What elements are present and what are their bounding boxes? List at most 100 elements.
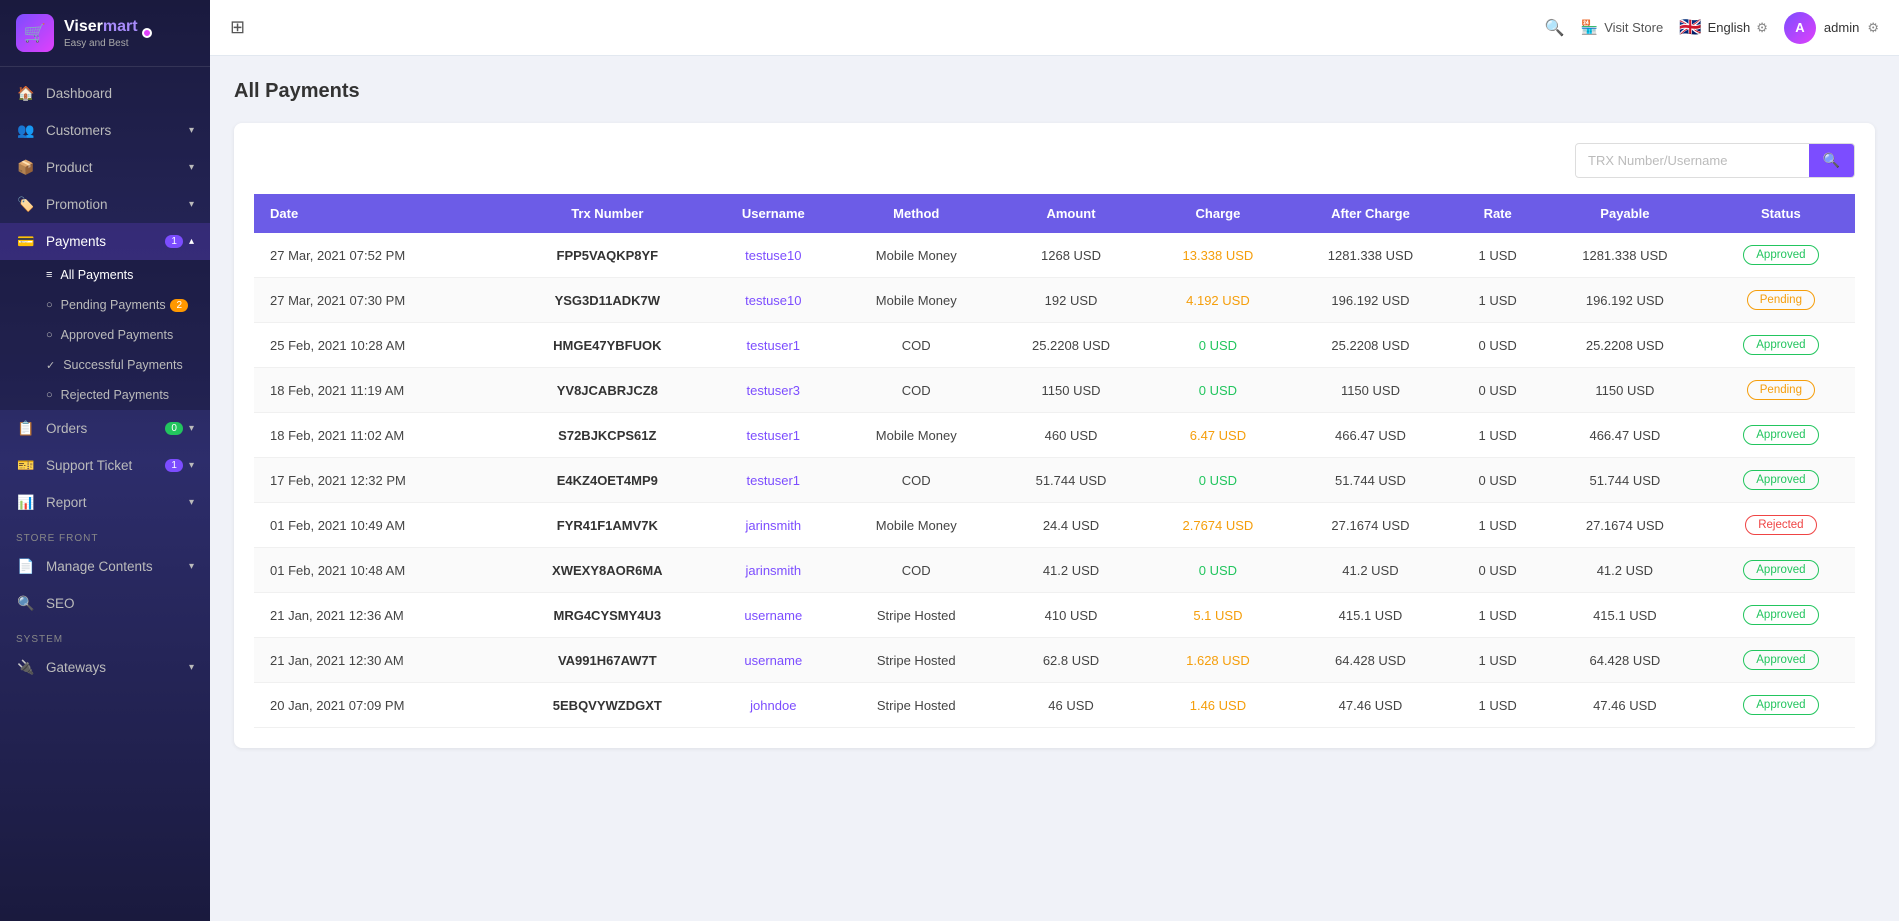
search-box: 🔍 [1575, 143, 1855, 178]
customers-icon: 👥 [16, 122, 36, 139]
cell-status: Pending [1707, 368, 1855, 413]
sidebar-item-manage-contents[interactable]: 📄 Manage Contents ▾ [0, 548, 210, 585]
sidebar-item-seo[interactable]: 🔍 SEO [0, 585, 210, 622]
sidebar-item-pending-payments[interactable]: ○ Pending Payments 2 [0, 290, 210, 320]
cell-method: Stripe Hosted [838, 683, 995, 728]
header: ⊞ 🔍 🏪 Visit Store 🇬🇧 English ⚙ A admin ⚙ [210, 0, 1899, 56]
username-link[interactable]: testuse10 [745, 248, 801, 263]
payments-table: Date Trx Number Username Method Amount C… [254, 194, 1855, 728]
sidebar-item-approved-payments[interactable]: ○ Approved Payments [0, 320, 210, 350]
visit-store-label: Visit Store [1604, 20, 1663, 35]
visit-store-button[interactable]: 🏪 Visit Store [1581, 19, 1663, 36]
search-input[interactable] [1576, 145, 1809, 176]
username-link[interactable]: testuser1 [747, 338, 800, 353]
cell-trx: HMGE47YBFUOK [506, 323, 709, 368]
sidebar-item-label: Manage Contents [46, 559, 189, 574]
grid-icon[interactable]: ⊞ [230, 17, 245, 38]
sidebar-item-promotion[interactable]: 🏷️ Promotion ▾ [0, 186, 210, 223]
cell-status: Approved [1707, 638, 1855, 683]
sidebar-item-gateways[interactable]: 🔌 Gateways ▾ [0, 649, 210, 686]
chevron-up-icon: ▴ [189, 236, 194, 247]
sidebar-item-orders[interactable]: 📋 Orders 0 ▾ [0, 410, 210, 447]
chevron-down-icon: ▾ [189, 125, 194, 136]
logo-icon: 🛒 [16, 14, 54, 52]
cell-date: 21 Jan, 2021 12:30 AM [254, 638, 506, 683]
sidebar-item-label: Gateways [46, 660, 189, 675]
cell-status: Pending [1707, 278, 1855, 323]
sidebar-item-successful-payments[interactable]: ✓ Successful Payments [0, 350, 210, 380]
sidebar-item-dashboard[interactable]: 🏠 Dashboard [0, 75, 210, 112]
username-link[interactable]: jarinsmith [745, 563, 801, 578]
cell-method: Stripe Hosted [838, 638, 995, 683]
report-icon: 📊 [16, 494, 36, 511]
sidebar-item-all-payments[interactable]: ≡ All Payments [0, 260, 210, 290]
cell-payable: 1281.338 USD [1543, 233, 1707, 278]
search-button[interactable]: 🔍 [1809, 144, 1854, 177]
username-link[interactable]: username [744, 608, 802, 623]
language-selector[interactable]: 🇬🇧 English ⚙ [1679, 17, 1768, 38]
cell-charge: 0 USD [1147, 368, 1288, 413]
col-date: Date [254, 194, 506, 233]
sidebar-item-payments[interactable]: 💳 Payments 1 ▴ [0, 223, 210, 260]
cell-rate: 0 USD [1452, 368, 1543, 413]
sidebar-item-support-ticket[interactable]: 🎫 Support Ticket 1 ▾ [0, 447, 210, 484]
cell-charge: 0 USD [1147, 548, 1288, 593]
username-link[interactable]: testuser1 [747, 473, 800, 488]
sidebar-item-label: Report [46, 495, 189, 510]
cell-after-charge: 25.2208 USD [1289, 323, 1453, 368]
username-link[interactable]: jarinsmith [745, 518, 801, 533]
dashboard-icon: 🏠 [16, 85, 36, 102]
col-after-charge: After Charge [1289, 194, 1453, 233]
cell-method: Mobile Money [838, 503, 995, 548]
cell-after-charge: 47.46 USD [1289, 683, 1453, 728]
table-row: 17 Feb, 2021 12:32 PM E4KZ4OET4MP9 testu… [254, 458, 1855, 503]
cell-rate: 1 USD [1452, 233, 1543, 278]
list-icon: ≡ [46, 269, 52, 281]
admin-menu[interactable]: A admin ⚙ [1784, 12, 1879, 44]
cell-trx: S72BJKCPS61Z [506, 413, 709, 458]
cell-trx: YSG3D11ADK7W [506, 278, 709, 323]
content-area: All Payments 🔍 Date Trx Number Username … [210, 56, 1899, 921]
username-link[interactable]: testuse10 [745, 293, 801, 308]
col-payable: Payable [1543, 194, 1707, 233]
cell-date: 01 Feb, 2021 10:48 AM [254, 548, 506, 593]
search-icon[interactable]: 🔍 [1545, 18, 1565, 38]
gear-icon: ⚙ [1756, 20, 1768, 36]
cell-date: 18 Feb, 2021 11:02 AM [254, 413, 506, 458]
payments-card: 🔍 Date Trx Number Username Method Amount… [234, 123, 1875, 748]
sidebar-item-product[interactable]: 📦 Product ▾ [0, 149, 210, 186]
chevron-down-icon: ▾ [189, 662, 194, 673]
cell-username: testuser3 [709, 368, 838, 413]
cell-rate: 1 USD [1452, 503, 1543, 548]
status-badge: Approved [1743, 335, 1818, 355]
cell-username: johndoe [709, 683, 838, 728]
username-link[interactable]: testuser1 [747, 428, 800, 443]
cell-date: 25 Feb, 2021 10:28 AM [254, 323, 506, 368]
admin-label: admin [1824, 20, 1859, 35]
search-row: 🔍 [254, 143, 1855, 178]
sidebar-item-label: SEO [46, 596, 194, 611]
cell-method: COD [838, 368, 995, 413]
username-link[interactable]: testuser3 [747, 383, 800, 398]
sidebar-item-label: Dashboard [46, 86, 194, 101]
circle-icon: ○ [46, 329, 53, 341]
cell-method: COD [838, 458, 995, 503]
cell-username: username [709, 638, 838, 683]
payments-icon: 💳 [16, 233, 36, 250]
table-row: 21 Jan, 2021 12:36 AM MRG4CYSMY4U3 usern… [254, 593, 1855, 638]
contents-icon: 📄 [16, 558, 36, 575]
username-link[interactable]: username [744, 653, 802, 668]
cell-after-charge: 1150 USD [1289, 368, 1453, 413]
cell-amount: 460 USD [995, 413, 1148, 458]
seo-icon: 🔍 [16, 595, 36, 612]
sidebar-item-customers[interactable]: 👥 Customers ▾ [0, 112, 210, 149]
cell-payable: 47.46 USD [1543, 683, 1707, 728]
main-area: ⊞ 🔍 🏪 Visit Store 🇬🇧 English ⚙ A admin ⚙… [210, 0, 1899, 921]
status-badge: Approved [1743, 650, 1818, 670]
sidebar-item-report[interactable]: 📊 Report ▾ [0, 484, 210, 521]
sidebar-item-rejected-payments[interactable]: ○ Rejected Payments [0, 380, 210, 410]
cell-amount: 192 USD [995, 278, 1148, 323]
promotion-icon: 🏷️ [16, 196, 36, 213]
username-link[interactable]: johndoe [750, 698, 796, 713]
cell-amount: 1150 USD [995, 368, 1148, 413]
